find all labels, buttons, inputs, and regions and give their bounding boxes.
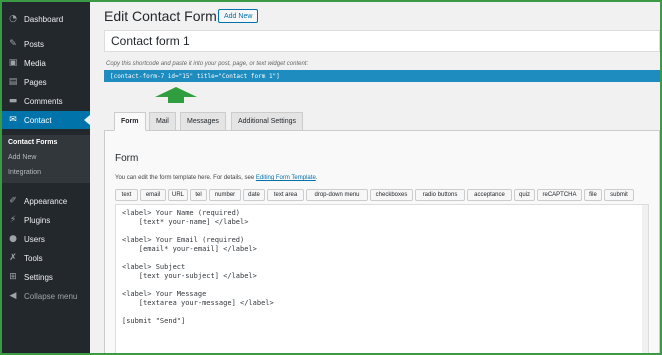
page-title: Edit Contact Form [104, 8, 217, 24]
sidebar-item-label: Settings [24, 272, 53, 282]
sidebar-item-label: Users [24, 234, 45, 244]
editor-line: [submit "Send"] [122, 317, 186, 325]
panel-help-text: You can edit the form template here. For… [115, 175, 317, 181]
sidebar-item-label: Collapse menu [24, 291, 78, 301]
editor-line: <label> Your Name (required) [122, 209, 241, 217]
tag-button-file[interactable]: file [584, 189, 602, 201]
tag-generator-buttons: text email URL tel number date text area… [115, 189, 655, 201]
sidebar-item-comments[interactable]: ▬ Comments [2, 92, 90, 110]
sidebar-item-label: Pages [24, 77, 47, 87]
editor-scrollbar[interactable] [642, 205, 648, 353]
tab-form[interactable]: Form [114, 112, 146, 131]
tag-button-url[interactable]: URL [168, 189, 188, 201]
sidebar-item-label: Posts [24, 39, 45, 49]
tag-button-textarea[interactable]: text area [267, 189, 304, 201]
admin-sidebar: ◔ Dashboard ✎ Posts ▣ Media ▤ Pages ▬ Co… [2, 2, 90, 353]
sidebar-item-plugins[interactable]: ⚡ Plugins [2, 211, 90, 229]
tag-button-acceptance[interactable]: acceptance [467, 189, 512, 201]
submenu-add-new[interactable]: Add New [8, 154, 36, 161]
help-text-prefix: You can edit the form template here. For… [115, 175, 256, 181]
tag-button-date[interactable]: date [243, 189, 265, 201]
sidebar-item-label: Media [24, 58, 46, 68]
sidebar-item-dashboard[interactable]: ◔ Dashboard [2, 10, 90, 28]
user-icon: ● [9, 234, 17, 244]
sidebar-item-label: Contact [24, 115, 52, 125]
editor-line: [text your-subject] </label> [122, 272, 257, 280]
sidebar-item-posts[interactable]: ✎ Posts [2, 35, 90, 53]
contact-submenu: Contact Forms Add New Integration [2, 135, 90, 183]
collapse-icon: ◀ [9, 291, 17, 301]
tab-additional-settings[interactable]: Additional Settings [231, 112, 303, 131]
editor-line: [textarea your-message] </label> [122, 299, 274, 307]
sidebar-item-label: Comments [24, 96, 63, 106]
shortcode-hint: Copy this shortcode and paste it into yo… [106, 61, 309, 67]
submenu-integration[interactable]: Integration [8, 169, 41, 176]
main-content: Edit Contact Form Add New Contact form 1… [90, 2, 660, 353]
brush-icon: ✐ [9, 196, 17, 206]
screenshot-frame: ◔ Dashboard ✎ Posts ▣ Media ▤ Pages ▬ Co… [0, 0, 662, 355]
settings-icon: ⊞ [9, 272, 17, 282]
form-template-editor[interactable]: <label> Your Name (required) [text* your… [115, 204, 649, 353]
sidebar-item-pages[interactable]: ▤ Pages [2, 73, 90, 91]
envelope-icon: ✉ [9, 115, 17, 125]
arrow-up-icon [155, 87, 197, 103]
tag-button-checkboxes[interactable]: checkboxes [370, 189, 413, 201]
tag-button-text[interactable]: text [115, 189, 138, 201]
tag-button-recaptcha[interactable]: reCAPTCHA [537, 189, 582, 201]
editor-line: <label> Subject [122, 263, 186, 271]
media-icon: ▣ [8, 58, 18, 68]
tag-button-quiz[interactable]: quiz [514, 189, 535, 201]
pages-icon: ▤ [8, 77, 18, 87]
sidebar-item-tools[interactable]: ✗ Tools [2, 249, 90, 267]
tab-mail[interactable]: Mail [149, 112, 176, 131]
add-new-button[interactable]: Add New [218, 9, 259, 23]
editor-line: <label> Your Message [122, 290, 207, 298]
sidebar-item-appearance[interactable]: ✐ Appearance [2, 192, 90, 210]
sidebar-collapse-menu[interactable]: ◀ Collapse menu [2, 287, 90, 305]
tab-messages[interactable]: Messages [180, 112, 226, 131]
sidebar-item-label: Dashboard [24, 14, 64, 24]
shortcode-field[interactable]: [contact-form-7 id="15" title="Contact f… [104, 70, 660, 82]
tab-bar: Form Mail Messages Additional Settings [104, 112, 660, 131]
panel-title: Form [115, 153, 139, 164]
tag-button-submit[interactable]: submit [604, 189, 634, 201]
tag-button-tel[interactable]: tel [190, 189, 207, 201]
editor-line: [email* your-email] </label> [122, 245, 257, 253]
help-text-suffix: . [315, 175, 318, 181]
comments-icon: ▬ [8, 96, 18, 106]
sidebar-item-label: Plugins [24, 215, 51, 225]
plug-icon: ⚡ [9, 215, 17, 225]
sidebar-item-media[interactable]: ▣ Media [2, 54, 90, 72]
editing-form-template-link[interactable]: Editing Form Template [256, 175, 316, 181]
editor-line: [text* your-name] </label> [122, 218, 249, 226]
editor-line: <label> Your Email (required) [122, 236, 245, 244]
sidebar-item-label: Tools [24, 253, 43, 263]
form-panel: Form You can edit the form template here… [104, 130, 660, 353]
sidebar-item-contact[interactable]: ✉ Contact [2, 111, 90, 129]
tag-button-dropdown[interactable]: drop-down menu [306, 189, 368, 201]
dashboard-icon: ◔ [9, 14, 17, 24]
wrench-icon: ✗ [9, 253, 17, 263]
sidebar-item-users[interactable]: ● Users [2, 230, 90, 248]
tag-button-email[interactable]: email [140, 189, 166, 201]
sidebar-item-label: Appearance [24, 196, 68, 206]
pin-icon: ✎ [9, 39, 17, 49]
sidebar-item-settings[interactable]: ⊞ Settings [2, 268, 90, 286]
form-title-input[interactable]: Contact form 1 [104, 30, 660, 52]
tag-button-number[interactable]: number [209, 189, 241, 201]
tag-button-radio[interactable]: radio buttons [415, 189, 465, 201]
submenu-contact-forms[interactable]: Contact Forms [8, 139, 57, 146]
